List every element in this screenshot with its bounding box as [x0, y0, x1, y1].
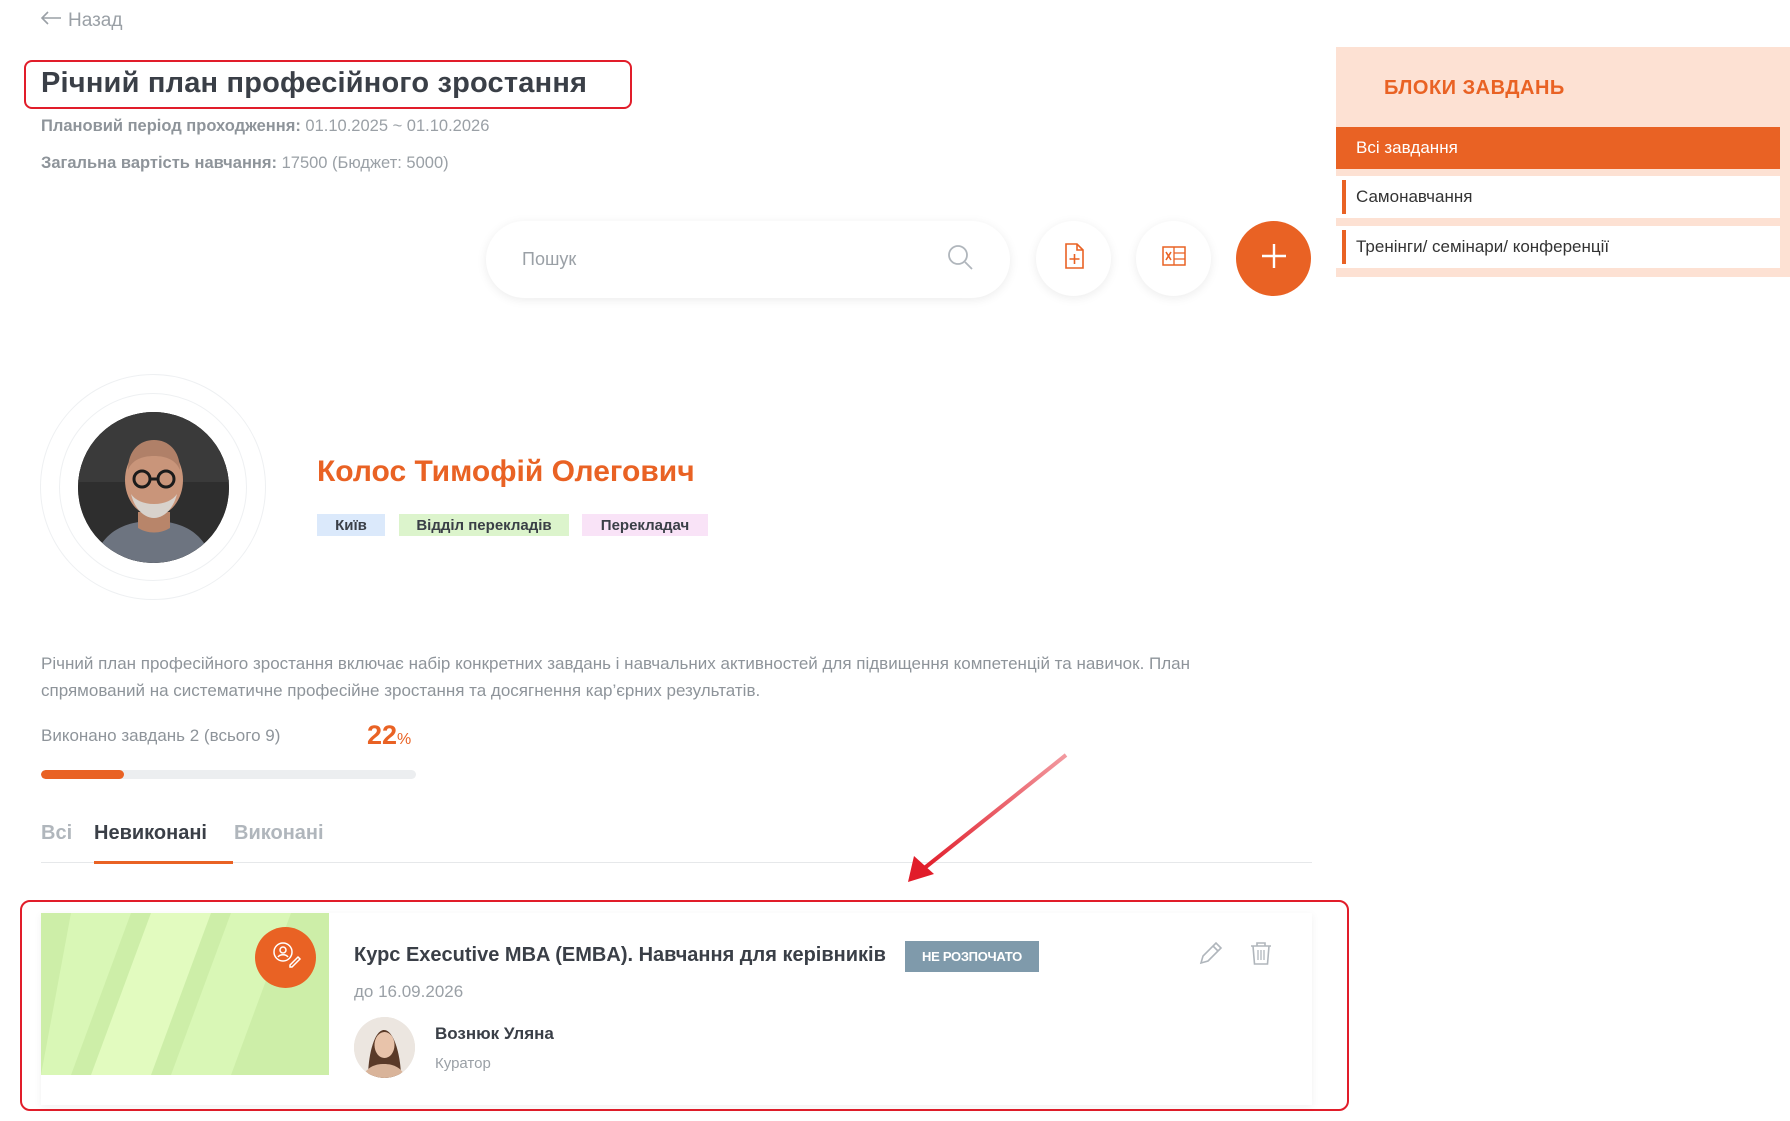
page: Назад Річний план професійного зростання…	[0, 0, 1790, 1121]
export-excel-button[interactable]	[1136, 221, 1211, 296]
annotation-arrow	[908, 753, 1068, 882]
task-blocks-title: БЛОКИ ЗАВДАНЬ	[1384, 77, 1565, 99]
add-file-button[interactable]	[1036, 221, 1111, 296]
description-line: спрямований на систематичне професійне з…	[41, 681, 761, 700]
arrow-left-icon	[40, 10, 62, 32]
block-item-label: Самонавчання	[1356, 187, 1473, 206]
cost-value: 17500 (Бюджет: 5000)	[281, 154, 449, 172]
task-due-date: до 16.09.2026	[354, 982, 464, 1001]
file-add-icon	[1060, 242, 1088, 275]
status-badge: НЕ РОЗПОЧАТО	[905, 941, 1039, 972]
training-icon	[270, 939, 302, 976]
block-item-marker	[1342, 180, 1346, 214]
block-item-label: Всі завдання	[1356, 138, 1458, 157]
curator-role: Куратор	[435, 1055, 491, 1072]
plan-description: Річний план професійного зростання включ…	[41, 650, 1271, 704]
delete-button[interactable]	[1246, 940, 1276, 970]
active-tab-underline	[94, 861, 233, 864]
block-item-label: Тренінги/ семінари/ конференції	[1356, 237, 1610, 256]
avatar	[78, 412, 229, 563]
block-item-marker	[1342, 230, 1346, 264]
search-input[interactable]	[522, 249, 946, 270]
tag-department: Відділ перекладів	[399, 514, 569, 536]
plus-icon	[1259, 241, 1289, 276]
curator-name: Вознюк Уляна	[435, 1024, 554, 1043]
progress-percent-sign: %	[397, 731, 412, 748]
block-item-trainings[interactable]: Тренінги/ семінари/ конференції	[1336, 226, 1780, 268]
person-name: Колос Тимофій Олегович	[317, 455, 695, 488]
progress-label: Виконано завдань 2 (всього 9)	[41, 726, 281, 745]
excel-icon	[1160, 242, 1188, 275]
edit-icon	[1197, 939, 1225, 972]
progress-bar-fill	[41, 770, 124, 779]
block-item-all[interactable]: Всі завдання	[1336, 127, 1780, 169]
page-title: Річний план професійного зростання	[41, 67, 588, 99]
back-link[interactable]: Назад	[40, 10, 122, 32]
task-blocks-panel: БЛОКИ ЗАВДАНЬ Всі завдання Самонавчання …	[1336, 47, 1790, 277]
cost-label: Загальна вартість навчання:	[41, 154, 277, 172]
period-label: Плановий період проходження:	[41, 117, 301, 135]
cost-line: Загальна вартість навчання: 17500 (Бюдже…	[41, 154, 449, 173]
task-title[interactable]: Курс Executive MBA (EMBA). Навчання для …	[354, 944, 886, 967]
tag-position: Перекладач	[582, 514, 708, 536]
tag-city: Київ	[317, 514, 385, 536]
period-line: Плановий період проходження: 01.10.2025 …	[41, 117, 489, 136]
block-item-self-learning[interactable]: Самонавчання	[1336, 176, 1780, 218]
tab-not-done[interactable]: Невиконані	[94, 822, 207, 845]
trash-icon	[1247, 939, 1275, 972]
progress-bar	[41, 770, 416, 779]
edit-button[interactable]	[1196, 940, 1226, 970]
progress-percent-value: 22	[367, 720, 398, 750]
progress-percent: 22%	[367, 720, 411, 751]
curator-avatar	[354, 1017, 415, 1078]
search-box	[486, 221, 1010, 298]
description-line: Річний план професійного зростання включ…	[41, 654, 1191, 673]
period-value: 01.10.2025 ~ 01.10.2026	[305, 117, 490, 135]
search-icon[interactable]	[946, 243, 974, 276]
back-label: Назад	[68, 10, 123, 31]
tab-done[interactable]: Виконані	[234, 822, 324, 845]
add-task-button[interactable]	[1236, 221, 1311, 296]
tab-all[interactable]: Всі	[41, 822, 72, 845]
task-type-badge	[255, 927, 316, 988]
